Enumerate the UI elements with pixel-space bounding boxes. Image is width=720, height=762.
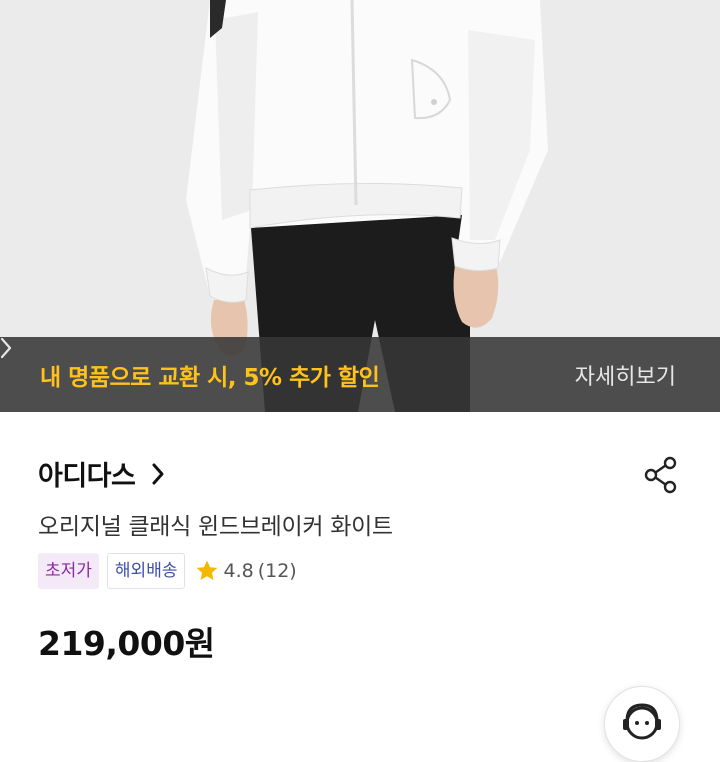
- rating-value: 4.8: [223, 560, 254, 582]
- chat-support-icon: [623, 703, 661, 740]
- review-count: (12): [257, 560, 297, 582]
- promo-text: 내 명품으로 교환 시, 5% 추가 할인: [40, 365, 380, 391]
- tag-overseas-shipping: 해외배송: [106, 553, 186, 589]
- brand-link[interactable]: 아디다스: [38, 454, 165, 493]
- product-price: 219,000원: [38, 624, 215, 663]
- promo-banner[interactable]: 내 명품으로 교환 시, 5% 추가 할인 자세히보기: [0, 337, 720, 412]
- rating[interactable]: 4.8 (12): [195, 559, 297, 583]
- promo-detail-label: 자세히보기: [574, 365, 676, 390]
- product-tags: 초저가 해외배송 4.8 (12): [38, 553, 297, 589]
- product-image[interactable]: 내 명품으로 교환 시, 5% 추가 할인 자세히보기: [0, 0, 720, 412]
- share-button[interactable]: [642, 455, 682, 495]
- share-icon: [644, 456, 677, 494]
- promo-detail-link[interactable]: 자세히보기: [0, 337, 676, 391]
- tag-lowest-price: 초저가: [38, 553, 99, 589]
- star-icon: [197, 560, 218, 580]
- chevron-right-icon: [0, 337, 12, 359]
- product-title: 오리지널 클래식 윈드브레이커 화이트: [38, 514, 393, 540]
- chat-support-button[interactable]: [604, 686, 680, 762]
- chevron-right-icon: [152, 463, 164, 484]
- brand-name: 아디다스: [38, 461, 136, 492]
